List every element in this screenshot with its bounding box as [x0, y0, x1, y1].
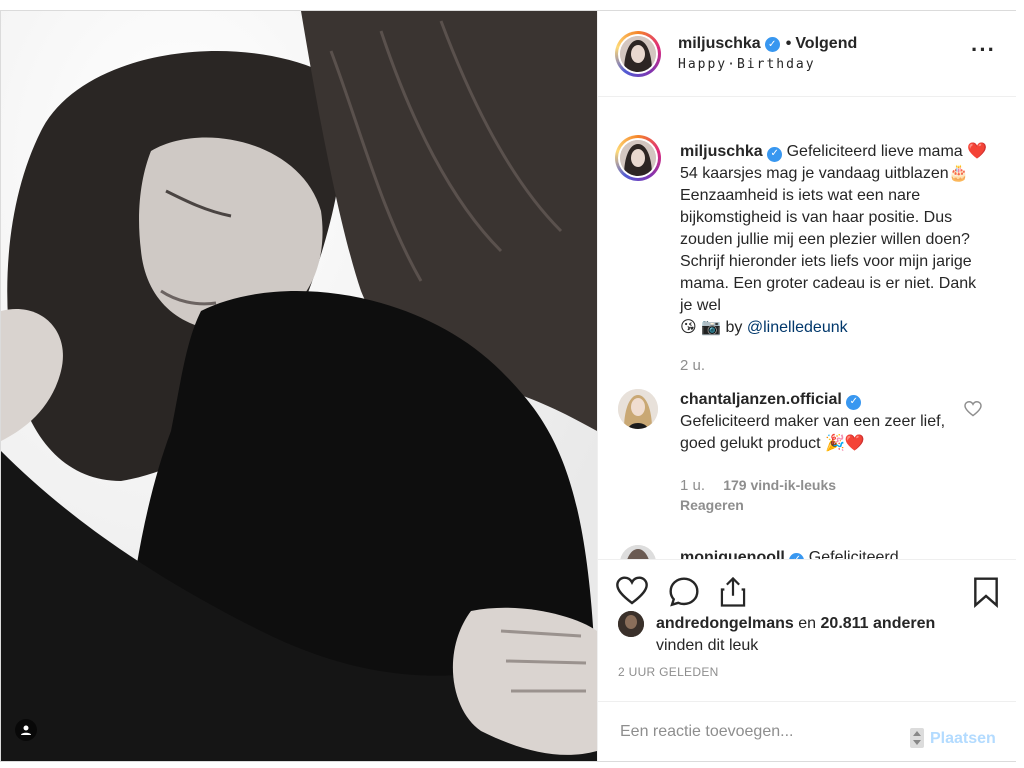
comment-input[interactable] — [618, 716, 892, 748]
post-date[interactable]: 2 UUR GELEDEN — [618, 665, 719, 679]
verified-badge-icon: ✓ — [846, 394, 862, 410]
comment-username[interactable]: moniquenooll — [680, 549, 785, 559]
comment-emojis: 🎉❤️ — [825, 435, 865, 452]
comment-text: chantaljanzen.official ✓ Gefeliciteerd m… — [680, 389, 960, 455]
comment-meta: 1 u. 179 vind-ik-leuks — [680, 477, 836, 494]
cake-emoji: 🎂 — [948, 165, 969, 182]
mention-link[interactable]: @linelledeunk — [747, 319, 848, 336]
caption-line-1: Gefeliciteerd lieve mama — [786, 143, 963, 160]
comment-body: Gefeliciteerd maker van een zeer lief, g… — [680, 413, 946, 452]
kiss-emoji: 😘 — [680, 319, 697, 336]
comment-icon[interactable] — [668, 576, 700, 608]
caption-text: miljuschka ✓ Gefeliciteerd lieve mama ❤️… — [680, 141, 990, 339]
liker-avatar[interactable] — [618, 611, 644, 637]
caption-time[interactable]: 2 u. — [680, 357, 705, 374]
comment-avatar[interactable] — [618, 389, 658, 429]
comment-time[interactable]: 1 u. — [680, 477, 705, 494]
follow-status[interactable]: Volgend — [795, 35, 857, 53]
liker-username[interactable]: andredongelmans — [656, 615, 794, 632]
post-header: miljuschka ✓ • Volgend Happy·Birthday ··… — [598, 11, 1016, 97]
post-button[interactable]: Plaatsen — [930, 730, 996, 748]
caption-username[interactable]: miljuschka — [680, 143, 763, 160]
likes-connector: en — [798, 615, 817, 632]
bookmark-icon[interactable] — [972, 576, 1000, 608]
header-user: miljuschka ✓ • Volgend — [678, 35, 857, 53]
user-tag-icon[interactable] — [15, 719, 37, 741]
comment-likes[interactable]: 179 vind-ik-leuks — [723, 477, 836, 493]
avatar[interactable] — [615, 31, 661, 77]
more-options-icon[interactable]: ··· — [971, 39, 996, 61]
input-resize-handle-icon[interactable] — [910, 728, 924, 748]
comments-list[interactable]: miljuschka ✓ Gefeliciteerd lieve mama ❤️… — [598, 97, 1016, 559]
post-modal: miljuschka ✓ • Volgend Happy·Birthday ··… — [0, 10, 1016, 762]
comment-like-heart-icon[interactable] — [964, 401, 982, 417]
verified-badge-icon: ✓ — [764, 36, 780, 52]
verified-badge-icon: ✓ — [767, 146, 783, 162]
caption-line-3: Eenzaamheid is iets wat een nare bijkoms… — [680, 187, 977, 314]
post-location[interactable]: Happy·Birthday — [678, 57, 816, 72]
heart-icon[interactable] — [616, 576, 648, 606]
camera-emoji: 📷 — [701, 319, 722, 336]
header-username[interactable]: miljuschka — [678, 35, 761, 53]
comment-form: Plaatsen — [598, 701, 1016, 761]
post-sidebar: miljuschka ✓ • Volgend Happy·Birthday ··… — [597, 11, 1016, 761]
follow-separator: • — [785, 35, 792, 52]
comment-text: moniquenooll ✓ Gefeliciteerd — [680, 547, 960, 559]
photo-illustration — [1, 11, 597, 761]
caption-line-2: 54 kaarsjes mag je vandaag uitblazen — [680, 165, 949, 182]
likes-suffix: vinden dit leuk — [656, 637, 759, 654]
comment-body: Gefeliciteerd — [808, 549, 899, 559]
caption-by: by — [725, 319, 743, 336]
comment-avatar[interactable] — [620, 545, 656, 559]
heart-emoji: ❤️ — [967, 143, 988, 160]
reply-button[interactable]: Reageren — [680, 497, 744, 513]
caption-avatar[interactable] — [615, 135, 661, 181]
likes-text: andredongelmans en 20.811 anderen vinden… — [656, 613, 986, 657]
likes-count[interactable]: 20.811 anderen — [821, 615, 936, 632]
post-photo[interactable] — [1, 11, 597, 761]
share-icon[interactable] — [718, 576, 748, 608]
comment-username[interactable]: chantaljanzen.official — [680, 391, 842, 408]
